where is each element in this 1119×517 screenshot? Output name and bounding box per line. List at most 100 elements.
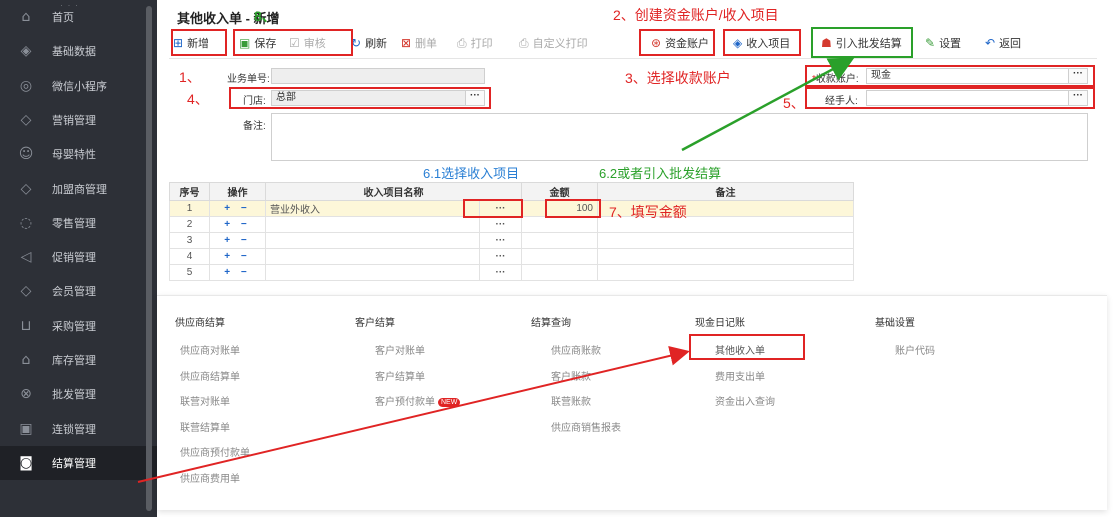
settings-button[interactable]: ✎ 设置 bbox=[925, 32, 961, 54]
account-field[interactable]: 现金 ··· bbox=[866, 68, 1088, 84]
menu-item[interactable]: 供应商结算单 bbox=[180, 368, 240, 383]
row-remark[interactable] bbox=[597, 232, 854, 249]
row-remark[interactable] bbox=[597, 248, 854, 265]
row-op[interactable]: + − bbox=[209, 200, 266, 217]
menu-item[interactable]: 联营对账单 bbox=[180, 393, 230, 408]
account-value: 现金 bbox=[871, 70, 891, 81]
arrow-tag-icon: ◁ bbox=[20, 249, 32, 266]
new-badge: NEW bbox=[438, 397, 461, 407]
sidebar-item-6[interactable]: ◌ 零售管理 bbox=[0, 206, 157, 240]
annotation-box-income-item bbox=[723, 29, 801, 56]
sidebar-item-12[interactable]: ▣ 连锁管理 bbox=[0, 412, 157, 446]
add-remove-row-buttons[interactable]: + − bbox=[224, 235, 250, 246]
menu-item[interactable]: 客户结算单 bbox=[375, 368, 425, 383]
row-op[interactable]: + − bbox=[209, 216, 266, 233]
menu-item[interactable]: 供应商费用单 bbox=[180, 470, 240, 485]
menu-item-label: 供应商费用单 bbox=[180, 473, 240, 485]
member-icon: ◇ bbox=[20, 283, 32, 300]
print-button[interactable]: ⎙ 打印 bbox=[457, 32, 493, 54]
row-item-name[interactable] bbox=[265, 248, 480, 265]
sidebar-item-11[interactable]: ⊗ 批发管理 bbox=[0, 377, 157, 411]
row-item-name[interactable] bbox=[265, 216, 480, 233]
row-amount[interactable] bbox=[521, 216, 598, 233]
annotation-6-2: 6.2或者引入批发结算 bbox=[599, 166, 722, 181]
row-op[interactable]: + − bbox=[209, 248, 266, 265]
row-item-picker-button[interactable]: ··· bbox=[479, 248, 522, 265]
row-amount[interactable] bbox=[521, 248, 598, 265]
sidebar-item-7[interactable]: ◁ 促销管理 bbox=[0, 240, 157, 274]
menu-item[interactable]: 供应商对账单 bbox=[180, 342, 240, 357]
sidebar-item-label: 采购管理 bbox=[52, 320, 96, 333]
account-label: *收款账户: bbox=[812, 70, 859, 85]
col-item: 收入项目名称 bbox=[265, 182, 522, 201]
add-remove-row-buttons[interactable]: + − bbox=[224, 219, 250, 230]
sidebar-item-label: 结算管理 bbox=[52, 457, 96, 470]
sidebar-item-5[interactable]: ◇ 加盟商管理 bbox=[0, 172, 157, 206]
sidebar-item-8[interactable]: ◇ 会员管理 bbox=[0, 274, 157, 308]
row-op[interactable]: + − bbox=[209, 264, 266, 281]
sidebar-item-1[interactable]: ◈ 基础数据 bbox=[0, 34, 157, 68]
annotation-box-import-wholesale bbox=[811, 27, 913, 58]
handler-label: 经手人: bbox=[825, 96, 858, 107]
sidebar-item-13[interactable]: ◙ 结算管理 bbox=[0, 445, 157, 480]
sidebar-item-label: 营销管理 bbox=[52, 114, 96, 127]
account-picker-button[interactable]: ··· bbox=[1068, 68, 1088, 84]
menu-item[interactable]: 客户账款 bbox=[551, 368, 591, 383]
sidebar-item-label: 连锁管理 bbox=[52, 423, 96, 436]
row-item-name[interactable]: 营业外收入 bbox=[265, 200, 480, 217]
doc-no-field[interactable] bbox=[271, 68, 485, 84]
sidebar-item-9[interactable]: ⊔ 采购管理 bbox=[0, 309, 157, 343]
menu-item[interactable]: 客户对账单 bbox=[375, 342, 425, 357]
sidebar-item-10[interactable]: ⌂ 库存管理 bbox=[0, 343, 157, 377]
sidebar: · · · ⌂ 首页 ◈ 基础数据 ◎ 微信小程序 ◇ 营销管理 ☺ 母婴特性 ◇ 加盟商管理 ◌ 零售管… bbox=[0, 0, 157, 517]
search-tag-icon: ◌ bbox=[19, 214, 33, 231]
row-item-picker-button[interactable]: ··· bbox=[479, 232, 522, 249]
handler-field[interactable]: ··· bbox=[866, 90, 1088, 106]
menu-item[interactable]: 供应商预付款单 bbox=[180, 444, 250, 459]
row-op[interactable]: + − bbox=[209, 232, 266, 249]
delete-button[interactable]: ⊠ 删单 bbox=[401, 32, 437, 54]
sidebar-item-2[interactable]: ◎ 微信小程序 bbox=[0, 69, 157, 103]
refresh-button[interactable]: ↻ 刷新 bbox=[351, 32, 387, 54]
menu-item[interactable]: 联营账款 bbox=[551, 393, 591, 408]
menu-item[interactable]: 客户预付款单 NEW bbox=[375, 393, 461, 408]
menu-item[interactable]: 账户代码 bbox=[895, 342, 935, 357]
printer-icon: ⎙ bbox=[519, 35, 529, 50]
row-item-picker-button[interactable]: ··· bbox=[479, 216, 522, 233]
add-remove-row-buttons[interactable]: + − bbox=[224, 251, 250, 262]
add-remove-row-buttons[interactable]: + − bbox=[224, 267, 250, 278]
row-no: 1 bbox=[169, 200, 210, 217]
annotation-8: 8、 bbox=[254, 8, 276, 24]
row-item-name[interactable] bbox=[265, 264, 480, 281]
menu-item-label: 客户预付款单 bbox=[375, 397, 435, 408]
menu-item[interactable]: 供应商账款 bbox=[551, 342, 601, 357]
menu-item-label: 联营对账单 bbox=[180, 397, 230, 408]
menu-item-label: 客户账款 bbox=[551, 371, 591, 383]
custom-print-button[interactable]: ⎙ 自定义打印 bbox=[519, 32, 588, 54]
table-row: 2 + − ··· bbox=[169, 216, 854, 233]
back-button[interactable]: ↶ 返回 bbox=[985, 32, 1021, 54]
store-picker-button[interactable]: ··· bbox=[465, 90, 485, 106]
annotation-box-other-income bbox=[689, 334, 805, 360]
row-item-picker-button[interactable]: ··· bbox=[479, 264, 522, 281]
menu-item[interactable]: 联营结算单 bbox=[180, 419, 230, 434]
remark-textarea[interactable] bbox=[271, 113, 1088, 161]
sidebar-item-label: 批发管理 bbox=[52, 389, 96, 402]
row-remark[interactable] bbox=[597, 264, 854, 281]
row-amount[interactable] bbox=[521, 264, 598, 281]
sidebar-item-4[interactable]: ☺ 母婴特性 bbox=[0, 137, 157, 171]
sidebar-item-label: 基础数据 bbox=[52, 46, 96, 59]
sidebar-scrollbar[interactable] bbox=[146, 6, 152, 511]
sidebar-item-3[interactable]: ◇ 营销管理 bbox=[0, 103, 157, 137]
sidebar-item-0[interactable]: ⌂ 首页 bbox=[0, 0, 157, 34]
store-field[interactable]: 总部 ··· bbox=[271, 90, 485, 106]
annotation-2: 2、创建资金账户/收入项目 bbox=[613, 7, 779, 23]
add-remove-row-buttons[interactable]: + − bbox=[224, 203, 250, 214]
handler-picker-button[interactable]: ··· bbox=[1068, 90, 1088, 106]
menu-item[interactable]: 资金出入查询 bbox=[715, 393, 775, 408]
row-item-name[interactable] bbox=[265, 232, 480, 249]
menu-group-heading: 供应商结算 bbox=[175, 318, 225, 329]
row-amount[interactable] bbox=[521, 232, 598, 249]
menu-item[interactable]: 供应商销售报表 bbox=[551, 419, 621, 434]
menu-item[interactable]: 费用支出单 bbox=[715, 368, 765, 383]
